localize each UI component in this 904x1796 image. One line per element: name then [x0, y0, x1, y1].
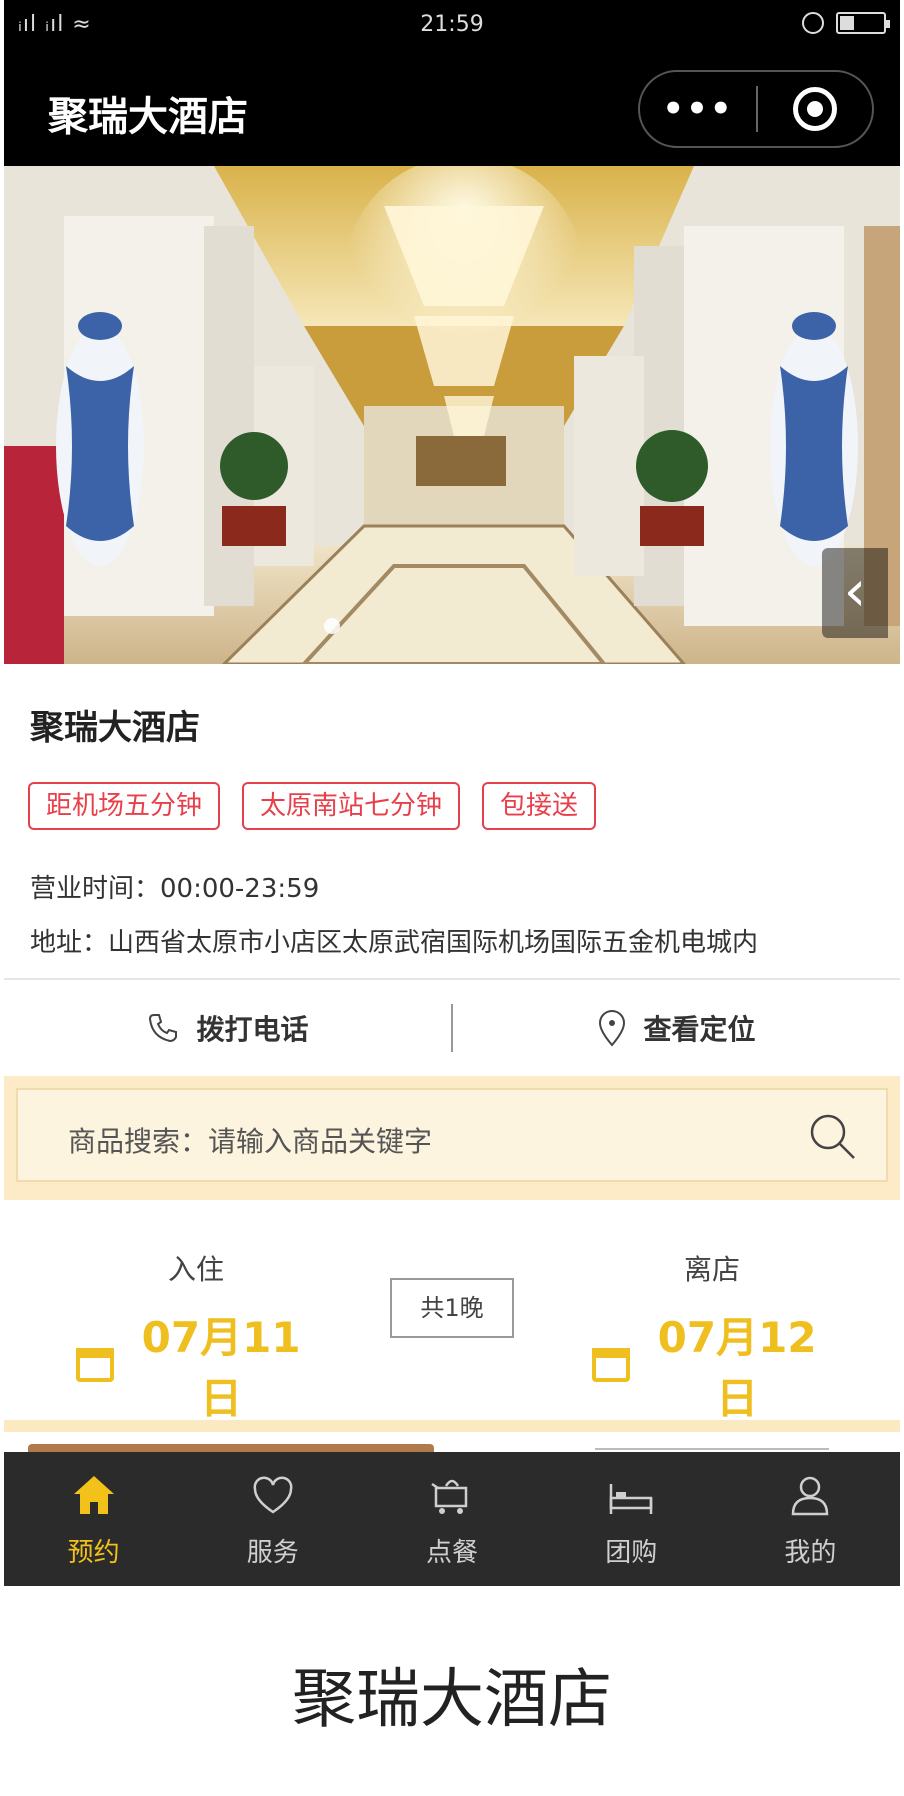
top-bar: ᵢıl ᵢıl ≈ 21:59 聚瑞大酒店 •••	[4, 0, 900, 166]
page-title: 聚瑞大酒店	[48, 94, 248, 140]
phone-screen: ᵢıl ᵢıl ≈ 21:59 聚瑞大酒店 ••• ‹ 聚瑞大酒店 距机场五分钟…	[4, 0, 900, 1590]
tab-label: 点餐	[426, 1537, 479, 1568]
tag-south-station: 太原南站七分钟	[242, 782, 461, 830]
tab-booking[interactable]: 预约	[4, 1452, 183, 1586]
checkin-date-row: 07月11日	[76, 1304, 316, 1426]
calendar-icon	[592, 1348, 631, 1382]
close-target-icon	[792, 87, 837, 131]
heart-icon	[253, 1476, 293, 1514]
contact-actions: 拨打电话 查看定位	[4, 980, 900, 1076]
cart-icon	[431, 1479, 468, 1514]
search-placeholder: 商品搜索：请输入商品关键字	[68, 1125, 433, 1158]
checkout-date: 07月12日	[657, 1313, 817, 1423]
checkout-underline	[595, 1448, 829, 1450]
nights-count: 共1晚	[390, 1278, 514, 1338]
checkout-picker[interactable]: 离店 07月12日	[592, 1200, 832, 1450]
phone-icon	[149, 1014, 178, 1043]
business-hours: 营业时间：00:00-23:59	[30, 874, 320, 904]
tab-service[interactable]: 服务	[183, 1452, 362, 1586]
tag-airport: 距机场五分钟	[28, 782, 221, 830]
tab-label: 我的	[784, 1537, 837, 1568]
bottom-tab-bar: 预约 服务 点餐 团购 我的	[4, 1452, 900, 1586]
checkout-date-row: 07月12日	[592, 1304, 832, 1426]
bed-icon	[609, 1483, 653, 1514]
carousel-prev-arrow-icon[interactable]: ‹	[822, 548, 888, 638]
mini-program-capsule: •••	[638, 70, 874, 148]
view-location-button[interactable]: 查看定位	[453, 1008, 900, 1048]
status-bar: ᵢıl ᵢıl ≈ 21:59	[4, 0, 900, 52]
checkin-date: 07月11日	[141, 1313, 301, 1423]
checkin-picker[interactable]: 入住 07月11日	[76, 1200, 316, 1450]
tab-group-buy[interactable]: 团购	[542, 1452, 721, 1586]
location-pin-icon	[599, 1010, 626, 1047]
search-icon[interactable]	[808, 1112, 858, 1162]
user-icon	[792, 1476, 829, 1515]
alarm-icon	[802, 12, 824, 34]
tab-order-food[interactable]: 点餐	[362, 1452, 541, 1586]
close-button[interactable]	[758, 87, 872, 131]
more-button[interactable]: •••	[640, 89, 756, 129]
hotel-address: 地址：山西省太原市小店区太原武宿国际机场国际五金机电城内	[30, 928, 759, 958]
checkout-label: 离店	[683, 1253, 740, 1286]
tag-pickup: 包接送	[482, 782, 597, 830]
tab-mine[interactable]: 我的	[721, 1452, 900, 1586]
tab-label: 预约	[67, 1537, 120, 1568]
booking-dates: 入住 07月11日 共1晚 离店 07月12日	[4, 1200, 900, 1450]
tab-label: 团购	[605, 1537, 658, 1568]
checkin-label: 入住	[167, 1253, 224, 1286]
call-button[interactable]: 拨打电话	[4, 1008, 451, 1048]
status-time: 21:59	[420, 12, 484, 37]
lobby-photo	[4, 166, 900, 664]
location-label: 查看定位	[643, 1013, 756, 1046]
caption-title: 聚瑞大酒店	[292, 1663, 612, 1737]
home-icon	[73, 1475, 114, 1514]
carousel-indicator-dot[interactable]	[324, 618, 340, 634]
tab-label: 服务	[246, 1537, 299, 1568]
product-search-input[interactable]: 商品搜索：请输入商品关键字	[16, 1088, 888, 1182]
hotel-tags: 距机场五分钟 太原南站七分钟 包接送	[28, 782, 597, 830]
battery-icon	[836, 12, 890, 34]
call-label: 拨打电话	[196, 1013, 309, 1046]
calendar-icon	[76, 1348, 115, 1382]
status-right	[802, 12, 890, 34]
hotel-photo-carousel[interactable]: ‹	[4, 166, 900, 664]
hotel-name: 聚瑞大酒店	[30, 708, 200, 748]
section-strip	[4, 1420, 900, 1432]
search-section: 商品搜索：请输入商品关键字	[4, 1076, 900, 1200]
